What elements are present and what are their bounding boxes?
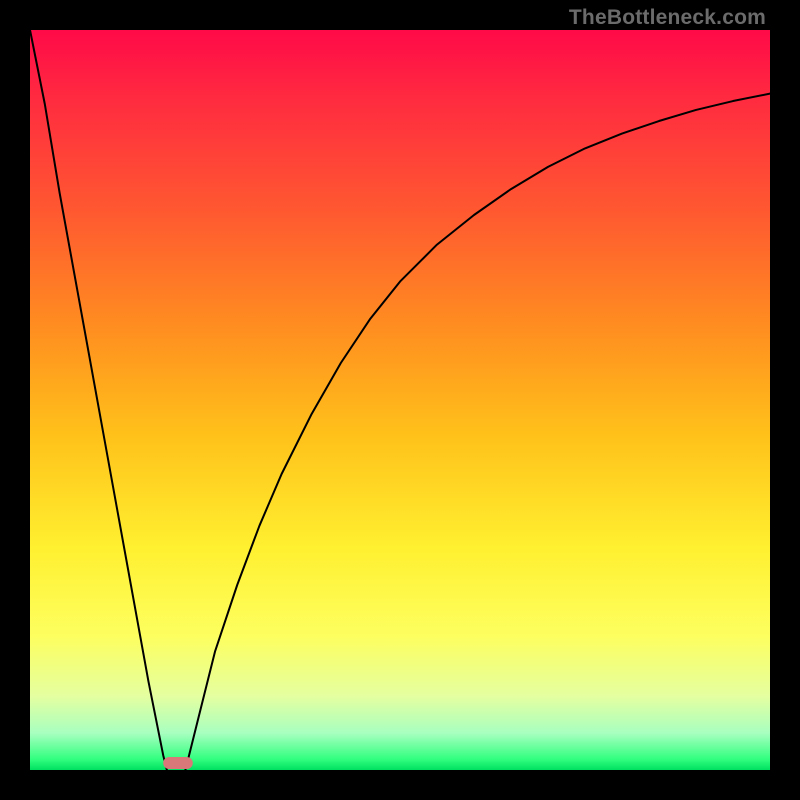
- watermark-text: TheBottleneck.com: [569, 6, 766, 30]
- curve-right-branch: [185, 94, 770, 770]
- curve-left-branch: [30, 30, 167, 770]
- curve-overlay-svg: [30, 30, 770, 770]
- chart-frame: TheBottleneck.com: [0, 0, 800, 800]
- plot-area: [30, 30, 770, 770]
- optimal-point-marker: [163, 757, 193, 769]
